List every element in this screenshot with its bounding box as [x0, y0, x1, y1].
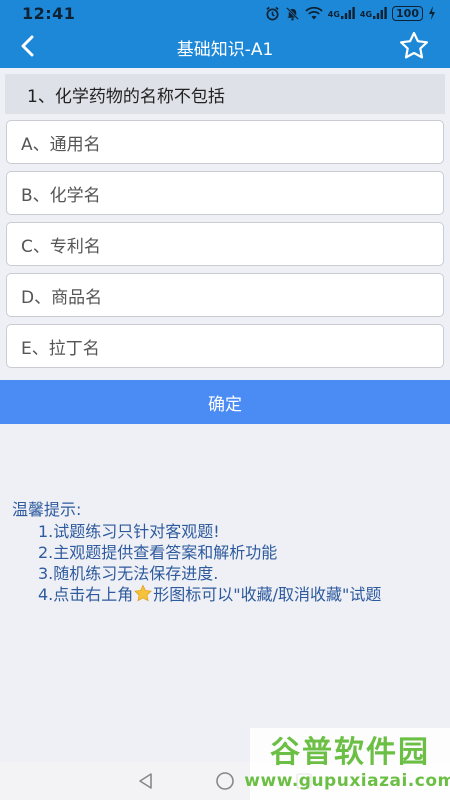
wifi-icon [305, 6, 323, 20]
option-c[interactable]: C、专利名 [6, 222, 444, 266]
watermark-logo: 谷普软件园 www.gupuxiazai.com [244, 728, 450, 800]
watermark-main: 谷普软件园 [270, 735, 430, 770]
app-header: 12:41 4G 4G 100 基础知识-A1 [0, 0, 450, 68]
signal2-label: 4G [359, 10, 373, 19]
signal1: 4G [328, 7, 355, 19]
chevron-left-icon [21, 35, 34, 57]
option-e[interactable]: E、拉丁名 [6, 324, 444, 368]
tips-title: 温馨提示: [12, 500, 82, 519]
charging-icon [429, 6, 435, 20]
page-title: 基础知识-A1 [176, 39, 274, 60]
option-d[interactable]: D、商品名 [6, 273, 444, 317]
favorite-button[interactable] [396, 28, 432, 64]
tip-item-1: 1.试题练习只针对客观题! [38, 522, 220, 541]
status-time: 12:41 [22, 3, 76, 23]
mute-bell-icon [285, 6, 299, 21]
signal1-label: 4G [327, 10, 340, 19]
tips-section: 温馨提示: 1.试题练习只针对客观题! 2.主观题提供查看答案和解析功能 3.随… [12, 499, 442, 605]
tip-item-3: 3.随机练习无法保存进度. [38, 564, 219, 583]
question-text: 1、化学药物的名称不包括 [5, 74, 445, 114]
status-icons: 4G 4G 100 [265, 5, 436, 21]
cell-signal-icon-2 [373, 7, 387, 19]
title-bar: 基础知识-A1 [0, 26, 450, 68]
watermark-url: www.gupuxiazai.com [244, 771, 450, 791]
tip-item-4-prefix: 4.点击右上角 [38, 585, 134, 604]
option-b[interactable]: B、化学名 [6, 171, 444, 215]
status-bar: 12:41 4G 4G 100 [0, 0, 450, 26]
star-outline-icon [400, 31, 428, 59]
nav-home-icon[interactable] [215, 771, 235, 791]
star-filled-icon [134, 584, 153, 602]
option-a[interactable]: A、通用名 [6, 120, 444, 164]
nav-back-icon[interactable] [137, 772, 155, 790]
signal2: 4G [360, 7, 387, 19]
tip-item-4: 4.点击右上角 形图标可以"收藏/取消收藏"试题 [12, 584, 442, 605]
cell-signal-icon [340, 7, 355, 19]
tip-item-2: 2.主观题提供查看答案和解析功能 [38, 543, 278, 562]
battery-level: 100 [392, 5, 423, 21]
back-button[interactable] [12, 30, 42, 62]
tip-item-4-suffix: 形图标可以"收藏/取消收藏"试题 [153, 585, 382, 604]
confirm-button[interactable]: 确定 [0, 380, 450, 424]
alarm-icon [266, 6, 279, 20]
